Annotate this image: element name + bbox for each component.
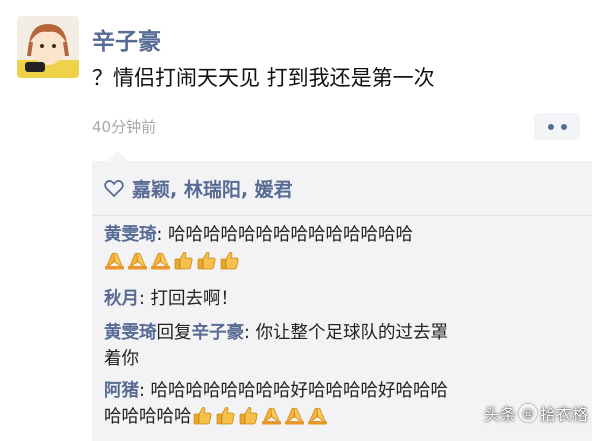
pray-hands-icon [284,407,304,425]
comment-separator: : [156,225,168,245]
thumbs-up-icon [174,252,193,270]
pray-hands-icon [307,407,327,425]
comment-text: 哈哈哈哈哈哈哈哈哈哈哈哈哈哈 [167,225,413,245]
pray-hands-icon [151,252,170,270]
comment-text-continued: 着你 [104,349,139,369]
divider [92,215,592,216]
comment-text: 你让整个足球队的过去罩 [255,323,448,343]
post-timestamp: 40分钟前 [92,118,157,136]
at-icon: @ [518,404,537,422]
thumbs-up-icon [197,252,216,270]
thumbs-up-icon [216,407,234,425]
watermark-prefix: 头条 [483,405,516,424]
comment-author[interactable]: 黄雯琦 [104,323,157,343]
post-text: ？情侣打闹天天见 打到我还是第一次 [92,66,435,90]
reply-target[interactable]: 辛子豪 [192,323,245,343]
comment-author[interactable]: 黄雯琦 [104,225,157,245]
avatar[interactable] [17,16,79,78]
poster-name[interactable]: 辛子豪 [92,22,161,56]
comment-item[interactable]: 黄雯琦: 哈哈哈哈哈哈哈哈哈哈哈哈哈哈 [104,222,413,271]
thumbs-up-icon [220,252,239,270]
pray-hands-icon [105,252,124,270]
emoji-row [104,250,413,271]
emoji-row [192,405,328,426]
watermark-handle: 拾衣格 [539,405,588,424]
dot-icon [560,123,567,130]
thumbs-up-icon [239,407,257,425]
box-arrow [108,151,128,161]
more-button[interactable] [534,113,580,140]
comment-author[interactable]: 阿猪 [104,381,139,401]
thumbs-up-icon [193,407,211,425]
watermark: 头条 @ 拾衣格 [484,401,588,425]
liker-names[interactable]: 嘉颖, 林瑞阳, 媛君 [132,175,293,202]
comment-separator: : [139,289,151,309]
comment-separator: : [244,323,256,343]
cartoon-boy-icon [17,16,79,78]
comment-item[interactable]: 黄雯琦回复辛子豪: 你让整个足球队的过去罩 着你 [104,320,448,372]
comment-text: 哈哈哈哈哈哈哈哈好哈哈哈哈好哈哈哈 [150,381,448,401]
likes-row: 嘉颖, 林瑞阳, 媛君 [104,175,293,202]
reply-word: 回复 [156,323,192,343]
comment-item[interactable]: 阿猪: 哈哈哈哈哈哈哈哈好哈哈哈哈好哈哈哈 哈哈哈哈哈 [104,378,448,430]
pray-hands-icon [128,252,147,270]
comment-item[interactable]: 秋月: 打回去啊！ [104,286,238,312]
comment-author[interactable]: 秋月 [104,289,139,309]
heart-outline-icon [104,180,124,197]
pray-hands-icon [261,407,281,425]
dot-icon [547,123,554,130]
comment-text-continued: 哈哈哈哈哈 [104,407,192,427]
comment-separator: : [139,381,151,401]
comment-text: 打回去啊！ [150,289,238,309]
